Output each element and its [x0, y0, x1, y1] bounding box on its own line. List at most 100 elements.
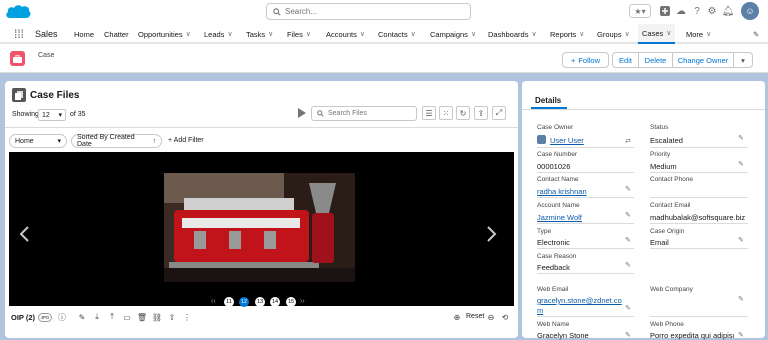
nav-item-accounts[interactable]: Accounts ∨ [326, 24, 365, 44]
edit-nav-pencil-icon[interactable]: ✎ [753, 24, 759, 44]
global-header: Search... ★▾ ☁ ? ⚙ 🔔︎ ☺ [0, 0, 768, 24]
web-email-link[interactable]: gracelyn.stone@zdnet.co [537, 296, 622, 305]
list-view-icon[interactable]: ☰ [422, 106, 436, 120]
gear-icon[interactable]: ⚙ [705, 4, 719, 18]
nav-item-opportunities[interactable]: Opportunities ∨ [138, 24, 191, 44]
chevron-down-icon[interactable]: ∨ [360, 30, 365, 38]
play-slideshow-icon[interactable] [298, 108, 306, 118]
edit-button[interactable]: Edit [612, 52, 639, 68]
refresh-icon[interactable]: ↻ [456, 106, 470, 120]
next-file-arrow-icon[interactable] [486, 226, 498, 242]
global-search-input[interactable]: Search... [266, 3, 471, 20]
next-page-arrows-icon[interactable]: ›› [300, 298, 305, 305]
chevron-down-icon[interactable]: ∨ [531, 30, 536, 38]
favorites-star-icon[interactable]: ★▾ [629, 4, 651, 18]
delete-trash-icon[interactable]: 🗑︎ [137, 312, 147, 322]
nav-item-campaigns[interactable]: Campaigns ∨ [430, 24, 476, 44]
change-owner-icon[interactable]: ⇄ [625, 137, 631, 145]
follow-button[interactable]: + Follow [562, 52, 609, 68]
edit-pencil-icon[interactable]: ✎ [738, 236, 744, 244]
contact-name-link[interactable]: radha krishnan [537, 187, 587, 196]
edit-pencil-icon[interactable]: ✎ [625, 261, 631, 269]
nav-item-home[interactable]: Home [74, 24, 94, 44]
grid-view-icon[interactable]: ⁙ [439, 106, 453, 120]
chevron-down-icon[interactable]: ∨ [411, 30, 416, 38]
edit-pencil-icon[interactable]: ✎ [625, 304, 631, 312]
expand-icon[interactable]: ⤢ [492, 106, 506, 120]
trailhead-icon[interactable]: ☁ [674, 4, 688, 18]
nav-item-chatter[interactable]: Chatter [104, 24, 129, 44]
delete-button[interactable]: Delete [638, 52, 673, 68]
divider [537, 197, 634, 198]
info-icon[interactable]: ⓘ [57, 312, 67, 322]
nav-item-leads[interactable]: Leads ∨ [204, 24, 233, 44]
page-dot-12[interactable]: 12 [239, 297, 249, 307]
chevron-down-icon[interactable]: ∨ [268, 30, 273, 38]
more-options-icon[interactable]: ⋮ [182, 312, 192, 322]
files-search-input[interactable]: Search Files [311, 106, 417, 121]
previous-page-arrows-icon[interactable]: ‹‹ [211, 298, 216, 305]
files-title: Case Files [30, 90, 80, 101]
nav-item-groups[interactable]: Groups ∨ [597, 24, 630, 44]
edit-pencil-icon[interactable]: ✎ [738, 295, 744, 303]
edit-pencil-icon[interactable]: ✎ [738, 134, 744, 142]
case-owner-link[interactable]: User User [550, 136, 584, 145]
preview-icon[interactable]: ▭ [122, 312, 132, 322]
chevron-down-icon[interactable]: ∨ [186, 30, 191, 38]
edit-pencil-icon[interactable]: ✎ [625, 211, 631, 219]
page-dot-11[interactable]: 11 [224, 297, 234, 307]
notifications-bell-icon[interactable]: 🔔︎ [721, 4, 735, 18]
nav-item-contacts[interactable]: Contacts ∨ [378, 24, 416, 44]
divider [650, 147, 748, 148]
page-size-select[interactable]: 12 ▾ [38, 109, 66, 121]
global-actions-plus-icon[interactable] [658, 4, 672, 18]
case-reason-label: Case Reason [537, 253, 577, 260]
page-dot-15[interactable]: 15 [286, 297, 296, 307]
web-email-link-wrap[interactable]: m [537, 306, 543, 315]
link-icon[interactable]: ⛓︎ [152, 312, 162, 322]
divider [5, 127, 518, 128]
nav-item-dashboards[interactable]: Dashboards ∨ [488, 24, 537, 44]
reset-zoom-button[interactable]: Reset [466, 313, 484, 320]
home-filter-select[interactable]: Home ▾ [9, 134, 67, 148]
salesforce-cloud-logo[interactable] [5, 3, 31, 21]
chevron-down-icon[interactable]: ∨ [579, 30, 584, 38]
download-icon[interactable]: ⤓ [92, 312, 102, 322]
nav-item-reports[interactable]: Reports ∨ [550, 24, 584, 44]
page-dot-13[interactable]: 13 [255, 297, 265, 307]
change-owner-button[interactable]: Change Owner [672, 52, 734, 68]
sort-select[interactable]: Sorted By Created Date ↑ [71, 134, 162, 148]
espresso-machine-image [164, 173, 355, 282]
upload-icon[interactable]: ⇪ [474, 106, 488, 120]
nav-item-more[interactable]: More ∨ [686, 24, 711, 44]
edit-pencil-icon[interactable]: ✎ [77, 312, 87, 322]
chevron-down-icon[interactable]: ∨ [706, 30, 711, 38]
chevron-down-icon[interactable]: ∨ [227, 30, 232, 38]
nav-item-files[interactable]: Files ∨ [287, 24, 311, 44]
zoom-out-icon[interactable]: ⊖ [486, 312, 496, 322]
previous-file-arrow-icon[interactable] [18, 226, 30, 242]
zoom-in-icon[interactable]: ⊕ [452, 312, 462, 322]
chevron-down-icon[interactable]: ∨ [625, 30, 630, 38]
edit-pencil-icon[interactable]: ✎ [738, 160, 744, 168]
more-actions-dropdown[interactable]: ▾ [733, 52, 753, 68]
share-icon[interactable]: ⇧ [167, 312, 177, 322]
tab-details[interactable]: Details [535, 96, 561, 105]
nav-item-tasks[interactable]: Tasks ∨ [246, 24, 273, 44]
edit-pencil-icon[interactable]: ✎ [625, 185, 631, 193]
help-icon[interactable]: ? [690, 4, 704, 18]
upload-new-version-icon[interactable]: ⤒ [107, 312, 117, 322]
status-label: Status [650, 124, 669, 131]
edit-pencil-icon[interactable]: ✎ [625, 236, 631, 244]
nav-item-cases[interactable]: Cases ∨ [638, 24, 676, 44]
chevron-down-icon[interactable]: ∨ [306, 30, 311, 38]
avatar[interactable]: ☺ [741, 2, 759, 20]
chevron-down-icon[interactable]: ∨ [666, 29, 671, 37]
app-launcher-icon[interactable]: ⁞⁞⁞ [14, 24, 24, 44]
chevron-down-icon[interactable]: ∨ [471, 30, 476, 38]
rotate-icon[interactable]: ⟲ [500, 312, 510, 322]
page-dot-14[interactable]: 14 [270, 297, 280, 307]
add-filter-link[interactable]: + Add Filter [168, 137, 204, 144]
account-name-link[interactable]: Jazmine Wolf [537, 213, 582, 222]
divider [537, 223, 634, 224]
